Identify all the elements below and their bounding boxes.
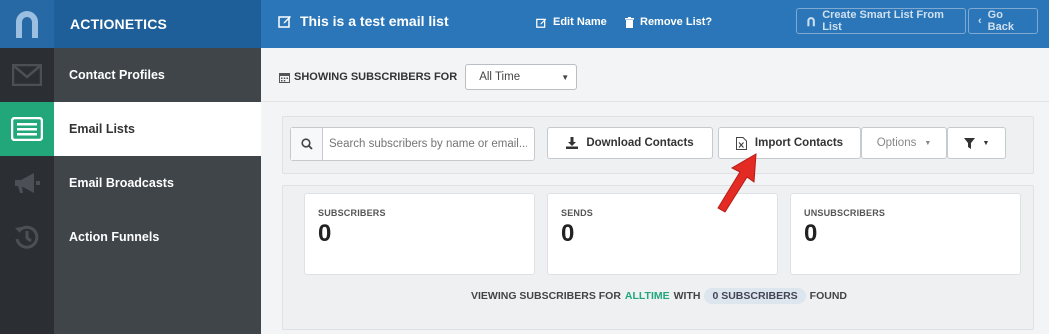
stat-label: SUBSCRIBERS bbox=[318, 208, 386, 218]
search-input[interactable] bbox=[323, 128, 533, 160]
list-title: This is a test email list bbox=[278, 13, 449, 29]
sidebar-item-contact-profiles[interactable]: Contact Profiles bbox=[54, 48, 261, 102]
logo-icon bbox=[16, 11, 38, 38]
app-logo[interactable] bbox=[0, 0, 54, 48]
subscriber-toolbar: Download Contacts Import Contacts Option… bbox=[282, 116, 1034, 174]
search-button[interactable] bbox=[291, 128, 323, 160]
megaphone-icon bbox=[15, 173, 40, 193]
options-label: Options bbox=[876, 137, 917, 149]
remove-list-link[interactable]: Remove List? bbox=[625, 16, 712, 28]
edit-icon bbox=[536, 18, 547, 28]
create-smart-list-label: Create Smart List From List bbox=[822, 9, 944, 33]
summary-prefix: VIEWING SUBSCRIBERS FOR bbox=[470, 290, 621, 302]
sidebar-item-label: Email Broadcasts bbox=[69, 176, 174, 190]
stat-value: 0 bbox=[561, 220, 575, 247]
edit-icon bbox=[278, 16, 291, 28]
trash-icon bbox=[625, 16, 634, 28]
stats-panel: SUBSCRIBERS 0 SENDS 0 UNSUBSCRIBERS 0 VI… bbox=[282, 185, 1034, 330]
filter-dropdown[interactable]: ▼ bbox=[947, 127, 1006, 159]
nav-icon-contacts[interactable] bbox=[0, 48, 54, 102]
nav-icon-email-lists[interactable] bbox=[0, 102, 54, 156]
remove-list-label: Remove List? bbox=[640, 16, 713, 28]
sidebar-item-email-lists[interactable]: Email Lists bbox=[54, 102, 261, 156]
filter-label: SHOWING SUBSCRIBERS FOR bbox=[279, 71, 457, 83]
caret-down-icon: ▼ bbox=[982, 139, 990, 147]
import-contacts-label: Import Contacts bbox=[754, 137, 844, 149]
icon-sidebar bbox=[0, 48, 54, 334]
summary-suffix: FOUND bbox=[809, 290, 847, 302]
nav-icon-funnels[interactable] bbox=[0, 210, 54, 264]
list-title-text: This is a test email list bbox=[300, 13, 449, 29]
stat-card-subscribers: SUBSCRIBERS 0 bbox=[304, 193, 535, 275]
summary-period: ALLTIME bbox=[624, 290, 670, 302]
stat-card-unsubscribers: UNSUBSCRIBERS 0 bbox=[790, 193, 1021, 275]
sidebar-item-email-broadcasts[interactable]: Email Broadcasts bbox=[54, 156, 261, 210]
date-filter-row: SHOWING SUBSCRIBERS FOR All Time ▼ bbox=[279, 64, 578, 90]
summary-with: WITH bbox=[673, 290, 701, 302]
download-icon bbox=[566, 137, 579, 149]
sidebar-item-action-funnels[interactable]: Action Funnels bbox=[54, 210, 261, 264]
search-box bbox=[290, 127, 535, 161]
edit-name-label: Edit Name bbox=[553, 16, 607, 28]
caret-down-icon: ▼ bbox=[924, 139, 932, 147]
filter-icon bbox=[963, 137, 975, 149]
caret-down-icon: ▼ bbox=[561, 72, 570, 82]
divider bbox=[261, 101, 1049, 102]
envelope-icon bbox=[12, 64, 42, 86]
logo-icon bbox=[807, 16, 815, 26]
top-header: ACTIONETICS This is a test email list Ed… bbox=[0, 0, 1049, 48]
main-content: SHOWING SUBSCRIBERS FOR All Time ▼ Downl… bbox=[261, 48, 1049, 334]
calendar-icon bbox=[279, 72, 290, 83]
create-smart-list-button[interactable]: Create Smart List From List bbox=[796, 8, 966, 34]
sidebar-nav: Contact Profiles Email Lists Email Broad… bbox=[54, 48, 261, 334]
list-icon bbox=[11, 117, 43, 141]
brand-title: ACTIONETICS bbox=[54, 0, 261, 48]
chevron-left-icon: ‹ bbox=[978, 15, 982, 27]
nav-icon-broadcasts[interactable] bbox=[0, 156, 54, 210]
filter-label-text: SHOWING SUBSCRIBERS FOR bbox=[294, 71, 458, 83]
stat-value: 0 bbox=[318, 220, 332, 247]
subscriber-count-badge: 0 SUBSCRIBERS bbox=[704, 288, 806, 304]
sidebar-item-label: Contact Profiles bbox=[69, 68, 165, 82]
stat-label: UNSUBSCRIBERS bbox=[804, 208, 886, 218]
download-contacts-button[interactable]: Download Contacts bbox=[547, 127, 713, 159]
go-back-label: Go Back bbox=[987, 9, 1014, 33]
search-icon bbox=[300, 138, 313, 150]
time-range-select[interactable]: All Time ▼ bbox=[465, 64, 578, 90]
time-range-value: All Time bbox=[479, 71, 521, 83]
subscriber-summary: VIEWING SUBSCRIBERS FOR ALLTIME WITH 0 S… bbox=[283, 288, 1035, 304]
edit-name-link[interactable]: Edit Name bbox=[536, 16, 607, 28]
stat-value: 0 bbox=[804, 220, 818, 247]
annotation-arrow bbox=[717, 153, 757, 213]
sidebar-item-label: Action Funnels bbox=[69, 230, 160, 244]
history-icon bbox=[15, 225, 39, 249]
options-dropdown[interactable]: Options ▼ bbox=[861, 127, 947, 159]
download-contacts-label: Download Contacts bbox=[586, 137, 694, 149]
file-excel-icon bbox=[735, 136, 747, 150]
sidebar-item-label: Email Lists bbox=[69, 122, 135, 136]
go-back-button[interactable]: ‹ Go Back bbox=[968, 8, 1038, 34]
